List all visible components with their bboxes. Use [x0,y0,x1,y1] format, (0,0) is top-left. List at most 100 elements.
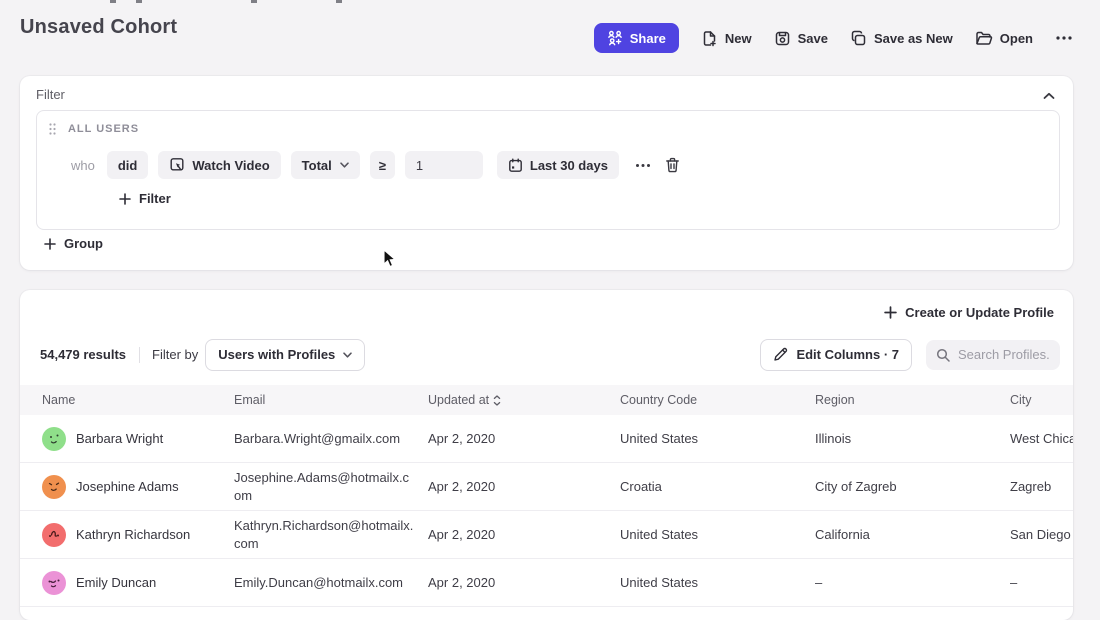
create-profile-row: Create or Update Profile [20,290,1073,334]
did-selector[interactable]: did [107,151,149,179]
save-icon [774,30,791,47]
clipped-text-remnant [136,0,142,3]
avatar-face-icon [42,427,66,451]
profile-region: Illinois [815,431,1010,446]
profile-email: Josephine.Adams@hotmailx.com [234,463,420,510]
save-button-label: Save [798,31,828,46]
filter-by-label: Filter by [152,347,198,362]
event-screen-cursor-icon [169,157,185,173]
profile-region: – [815,575,1010,590]
ellipsis-icon [635,163,651,168]
event-selector[interactable]: Watch Video [158,151,280,179]
column-header-email[interactable]: Email [234,393,428,407]
duplicate-icon [850,30,867,47]
profile-name-cell: Kathryn Richardson [42,523,234,547]
operator-selector[interactable]: ≥ [370,151,395,179]
open-button[interactable]: Open [975,30,1033,47]
avatar [42,571,66,595]
profile-country-code: Croatia [620,479,815,494]
clipped-text-remnant [251,0,257,3]
profile-name: Kathryn Richardson [76,527,190,542]
date-range-label: Last 30 days [530,158,608,173]
delete-filter-button[interactable] [663,155,682,175]
filter-by-dropdown[interactable]: Users with Profiles [205,339,365,371]
value-text: 1 [416,158,423,173]
profile-email: Emily.Duncan@hotmailx.com [234,568,420,598]
column-header-updated-at[interactable]: Updated at [428,393,620,407]
new-document-icon [701,30,718,47]
edit-columns-button[interactable]: Edit Columns · 7 [760,339,912,371]
drag-handle-icon[interactable] [49,123,56,135]
save-as-new-button-label: Save as New [874,31,953,46]
create-or-update-profile-button[interactable]: Create or Update Profile [884,305,1054,320]
search-profiles[interactable] [926,340,1060,370]
profile-city: San Diego [1010,527,1073,542]
who-label: who [71,158,95,173]
add-group-button[interactable]: Group [44,236,103,251]
cohort-builder-page: Unsaved Cohort Share New [0,0,1100,602]
profile-name: Emily Duncan [76,575,156,590]
group-header: ALL USERS [49,123,139,135]
table-row[interactable]: Kathryn Richardson Kathryn.Richardson@ho… [20,511,1073,559]
filter-by-value: Users with Profiles [218,347,335,362]
profile-country-code: United States [620,575,815,590]
profile-updated-at: Apr 2, 2020 [428,527,620,542]
open-button-label: Open [1000,31,1033,46]
chevron-up-icon [1043,92,1055,100]
profile-email: Barbara.Wright@gmailx.com [234,424,420,454]
date-range-selector[interactable]: Last 30 days [497,151,619,179]
profile-city: – [1010,575,1073,590]
operator-label: ≥ [379,158,386,173]
column-header-updated-at-label: Updated at [428,393,489,407]
profile-country-code: United States [620,431,815,446]
value-input[interactable]: 1 [405,151,483,179]
profile-region: California [815,527,1010,542]
table-body: Barbara Wright Barbara.Wright@gmailx.com… [20,415,1073,607]
profile-name-cell: Barbara Wright [42,427,234,451]
share-button[interactable]: Share [594,23,679,53]
column-header-city[interactable]: City [1010,393,1073,407]
table-row[interactable]: Barbara Wright Barbara.Wright@gmailx.com… [20,415,1073,463]
avatar-face-icon [42,523,66,547]
chevron-down-icon [340,162,349,168]
avatar [42,427,66,451]
profile-city: Zagreb [1010,479,1073,494]
search-profiles-input[interactable] [958,347,1050,362]
more-actions-button[interactable] [1055,35,1073,41]
sort-updated-at-button[interactable] [493,395,501,406]
profile-name: Josephine Adams [76,479,179,494]
new-button[interactable]: New [701,30,752,47]
calendar-icon [508,158,523,173]
table-toolbar: 54,479 results Filter by Users with Prof… [20,334,1073,375]
aggregation-selector[interactable]: Total [291,151,360,179]
edit-columns-label: Edit Columns · 7 [796,347,899,362]
share-button-label: Share [630,31,666,46]
filter-panel-title: Filter [36,87,65,102]
column-header-region[interactable]: Region [815,393,1010,407]
column-header-country-code[interactable]: Country Code [620,393,815,407]
add-filter-label: Filter [139,191,171,206]
save-button[interactable]: Save [774,30,828,47]
all-users-group: ALL USERS who did Watch Video [36,110,1060,230]
save-as-new-button[interactable]: Save as New [850,30,953,47]
behavior-filter-row: who did Watch Video Total [71,151,682,179]
row-more-options-button[interactable] [633,161,653,170]
table-row[interactable]: Josephine Adams Josephine.Adams@hotmailx… [20,463,1073,511]
table-header-row: Name Email Updated at Country Code Regio… [20,385,1073,415]
profile-name: Barbara Wright [76,431,163,446]
new-button-label: New [725,31,752,46]
collapse-filter-button[interactable] [1039,84,1059,107]
avatar-face-icon [42,475,66,499]
group-title: ALL USERS [68,123,139,135]
sort-arrows-icon [493,395,501,406]
avatar-face-icon [42,571,66,595]
profile-name-cell: Emily Duncan [42,571,234,595]
column-header-name[interactable]: Name [42,393,234,407]
plus-icon [884,306,897,319]
divider [139,347,140,363]
search-icon [936,348,950,362]
profile-region: City of Zagreb [815,479,1010,494]
add-filter-button[interactable]: Filter [119,191,171,206]
plus-icon [44,238,56,250]
table-row[interactable]: Emily Duncan Emily.Duncan@hotmailx.com A… [20,559,1073,607]
